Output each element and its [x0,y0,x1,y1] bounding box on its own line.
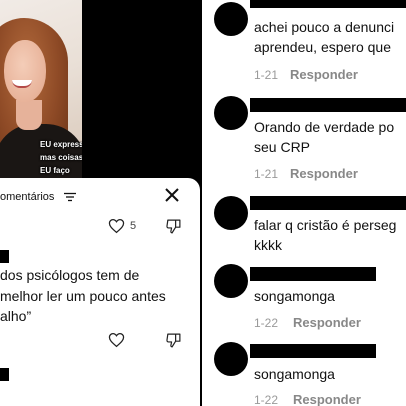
video-caption-line: mas coisas que [40,153,82,162]
redacted-username [250,267,376,281]
avatar[interactable] [214,96,248,130]
right-screenshot: achei pouco a denunci aprendeu, espero q… [200,0,406,406]
redacted-username [250,98,406,112]
comment-date: 1-22 [254,393,279,406]
reply-button[interactable]: Responder [290,67,358,82]
redacted-username [250,196,406,210]
comment-text-line: achei pouco a denunci [254,19,395,35]
comment-text-line: songamonga [254,366,335,382]
left-screenshot: EU expressei mas coisas que EU faço omen… [0,0,200,406]
reply-button[interactable]: Responder [290,166,358,181]
dislike-icon[interactable] [165,332,182,349]
comment-text-line: alho” [0,308,32,324]
heart-icon[interactable] [108,218,125,234]
video-person-face [4,40,46,102]
video-caption-line: EU faço [40,166,70,175]
avatar[interactable] [214,264,248,298]
video-person-neck [16,100,42,130]
video-caption-line: EU expressei [40,140,82,149]
redacted-username [250,0,406,8]
comment-text-line: falar q cristão é perseg [254,217,397,233]
avatar[interactable] [214,342,248,376]
comment-date: 1-21 [254,167,279,181]
close-icon[interactable] [164,187,180,203]
redacted-username [0,368,9,381]
comment-text-line: songamonga [254,288,335,304]
like-count: 5 [130,220,137,232]
comment-date: 1-22 [254,316,279,330]
filter-icon[interactable] [64,192,76,202]
comment-text-line: melhor ler um pouco antes [0,288,166,304]
avatar[interactable] [214,2,248,36]
heart-icon[interactable] [108,332,125,348]
comment-date: 1-21 [254,68,279,82]
reply-button[interactable]: Responder [293,392,361,406]
avatar[interactable] [214,196,248,230]
comment-text-line: Orando de verdade po [254,119,395,135]
comment-text-line: kkkk [254,237,282,253]
comment-text-line: dos psicólogos tem de [0,267,140,283]
comment-text-line: aprendeu, espero que [254,39,391,55]
reply-button[interactable]: Responder [293,315,361,330]
comment-text-line: seu CRP [254,139,311,155]
redacted-username [0,250,9,263]
comments-sheet: omentários 5 dos psicólogos tem de melho… [0,178,200,406]
redacted-username [250,344,376,358]
comments-title: omentários [0,191,55,203]
dislike-icon[interactable] [165,218,182,235]
video-frame[interactable]: EU expressei mas coisas que EU faço [0,0,82,178]
